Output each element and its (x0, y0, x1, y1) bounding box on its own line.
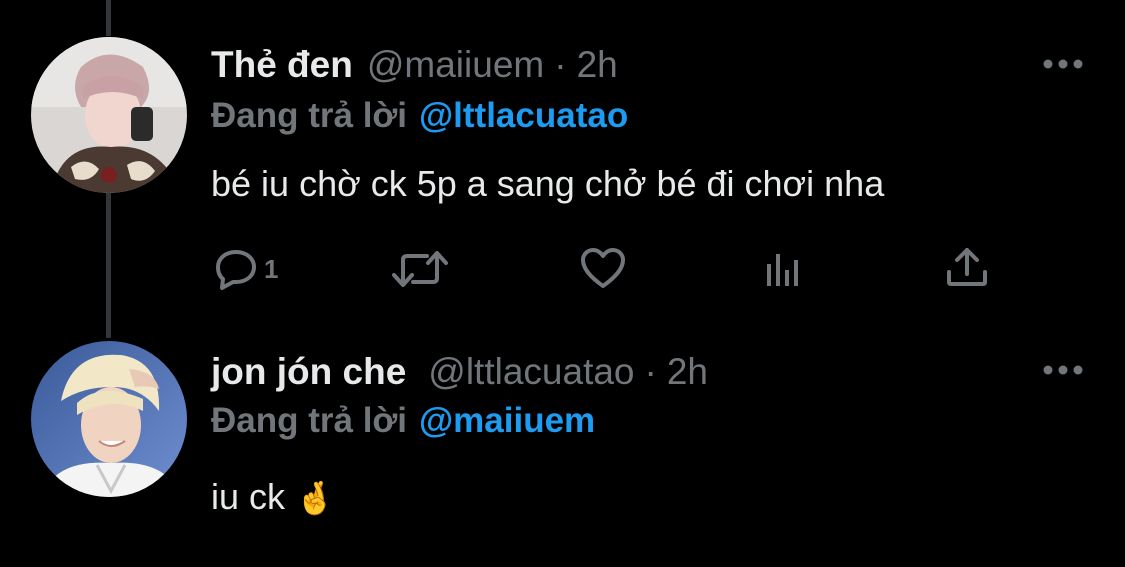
timestamp[interactable]: 2h (577, 43, 618, 87)
reply-mention-link[interactable]: @maiiuem (419, 401, 595, 440)
thread-connector-line (106, 193, 111, 338)
tweet-text-body: iu ck (211, 476, 286, 517)
avatar[interactable] (31, 37, 187, 193)
replying-to: Đang trả lời @lttlacuatao (211, 95, 628, 137)
more-options-icon[interactable] (1042, 364, 1084, 376)
avatar-image (31, 341, 187, 497)
retweet-button[interactable] (391, 248, 449, 290)
thread-connector-line (106, 0, 111, 36)
header-separator: · (554, 44, 567, 85)
user-handle[interactable]: @lttlacuatao (428, 350, 634, 394)
share-icon (947, 248, 987, 286)
display-name[interactable]: Thẻ đen (211, 43, 353, 87)
user-handle[interactable]: @maiiuem (367, 43, 544, 87)
display-name[interactable]: jon jón che (211, 350, 406, 394)
tweet-header: Thẻ đen @maiiuem · 2h (211, 43, 618, 87)
replying-to: Đang trả lời @maiiuem (211, 400, 595, 442)
tweet-header: jon jón che @lttlacuatao · 2h (211, 350, 708, 394)
replying-to-label: Đang trả lời (211, 96, 408, 135)
tweet-text: iu ck 🤞 (211, 475, 335, 520)
heart-icon (581, 248, 625, 288)
avatar[interactable] (31, 341, 187, 497)
analytics-icon (767, 254, 798, 286)
tweet-text: bé iu chờ ck 5p a sang chở bé đi chơi nh… (211, 163, 885, 204)
share-button[interactable] (945, 246, 989, 288)
crossed-fingers-emoji: 🤞 (295, 480, 335, 516)
header-separator: · (644, 351, 657, 392)
timestamp[interactable]: 2h (667, 350, 708, 394)
more-options-icon[interactable] (1042, 58, 1084, 70)
reply-icon (216, 250, 256, 290)
replying-to-label: Đang trả lời (211, 401, 408, 440)
reply-button[interactable]: 1 (214, 248, 278, 290)
reply-mention-link[interactable]: @lttlacuatao (419, 96, 628, 135)
reply-count: 1 (264, 253, 279, 284)
analytics-button[interactable] (765, 250, 807, 288)
like-button[interactable] (579, 246, 627, 290)
avatar-image (31, 37, 187, 193)
retweet-icon (392, 251, 448, 287)
